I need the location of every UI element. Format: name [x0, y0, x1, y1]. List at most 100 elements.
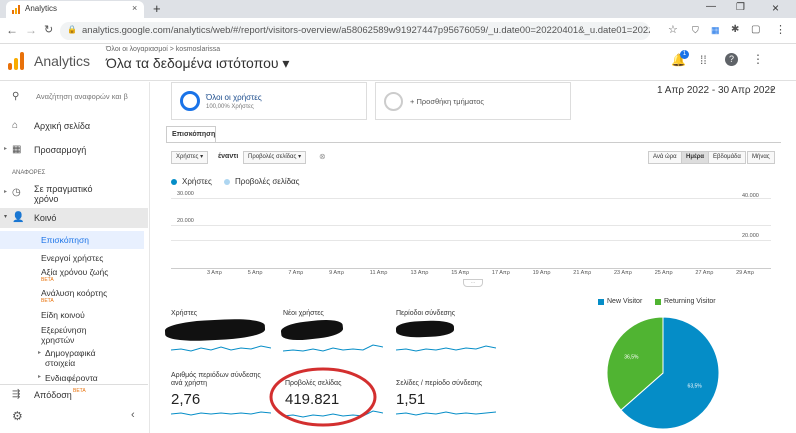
lock-icon[interactable]: 🔒 [67, 25, 77, 34]
add-segment-button[interactable]: + Προσθήκη τμήματος [375, 82, 571, 120]
granularity-label: Μήνας [752, 154, 770, 160]
empty-segment-circle-icon [384, 92, 403, 111]
granularity-label: Ανά ώρα [653, 154, 677, 160]
granularity-month[interactable]: Μήνας [747, 151, 775, 164]
metric-value: 2,76 [171, 391, 201, 408]
granularity-week[interactable]: Εβδομάδα [708, 151, 746, 164]
metric-new-users[interactable]: Νέοι χρήστες [280, 310, 387, 356]
sidebar-item-realtime[interactable]: ▸ ◷ Σε πραγματικό χρόνο [0, 183, 148, 207]
metric-sessions-per-user[interactable]: Αριθμός περιόδων σύνδεσης ανά χρήστη 2,7… [171, 372, 275, 422]
window-close-icon[interactable]: × [772, 1, 779, 15]
reload-icon[interactable]: ↻ [44, 23, 53, 36]
forward-icon[interactable]: → [25, 23, 37, 37]
pie-slice-label: 63,5% [688, 383, 703, 389]
window-minimize-icon[interactable]: — [706, 1, 716, 12]
puzzle-icon[interactable]: ✱ [731, 24, 739, 35]
redaction-scribble [395, 319, 455, 339]
sidebar-item-user-explorer[interactable]: Εξερεύνηση χρηστών [0, 324, 148, 346]
sidebar-item-label: Σε πραγματικό [34, 184, 93, 194]
right-axis-tick: 20.000 [742, 233, 759, 239]
segment-circle-icon [180, 91, 200, 111]
sidepanel-icon[interactable]: ▢ [751, 24, 760, 35]
pie-chart: 63,5% 36,5% [606, 316, 720, 430]
sidebar-item-active-users[interactable]: Ενεργοί χρήστες [0, 252, 148, 264]
browser-tab[interactable]: Analytics × [6, 1, 144, 18]
metric-label: Αριθμός περιόδων σύνδεσης [171, 372, 261, 379]
gridline [171, 240, 771, 241]
tab-overview[interactable]: Επισκόπηση [166, 126, 216, 142]
metric1-select[interactable]: Χρήστες ▾ [171, 151, 209, 164]
tab-divider [166, 142, 781, 143]
sidebar-item-interests[interactable]: ▸ Ενδιαφέροντα [0, 371, 148, 383]
segment-all-users[interactable]: Όλοι οι χρήστες 100,00% Χρήστες [171, 82, 367, 120]
x-axis-tick: 19 Απρ [532, 270, 551, 276]
settings-gear-icon[interactable]: ⚙ [12, 409, 23, 423]
sidebar-item-label: Αρχική σελίδα [34, 121, 91, 131]
collapse-sidebar-icon[interactable]: ‹ [131, 409, 135, 421]
apps-grid-icon[interactable]: ⁞⁞ [700, 53, 707, 67]
sparkline [171, 411, 271, 416]
chevron-down-icon[interactable]: ▾ [770, 86, 774, 94]
metric-label: ανά χρήστη [171, 380, 208, 387]
report-main: Όλοι οι χρήστες 100,00% Χρήστες + Προσθή… [151, 82, 796, 433]
right-axis-tick: 40.000 [742, 193, 759, 199]
add-segment-label: + Προσθήκη τμήματος [410, 97, 485, 106]
sidebar-item-overview[interactable]: Επισκόπηση [0, 231, 144, 249]
metric-pages-per-session[interactable]: Σελίδες / περίοδο σύνδεσης 1,51 [396, 372, 504, 422]
sidebar-search[interactable]: ⚲ Αναζήτηση αναφορών και β [0, 88, 148, 106]
extension-icon[interactable]: ⛉ [692, 25, 699, 36]
metric2-select[interactable]: Προβολές σελίδας ▾ [243, 151, 307, 164]
granularity-day[interactable]: Ημέρα [681, 151, 710, 164]
bookmark-star-icon[interactable]: ☆ [668, 23, 678, 36]
granularity-hour[interactable]: Ανά ώρα [648, 151, 682, 164]
help-icon[interactable]: ? [725, 53, 738, 66]
sidebar-item-demographics[interactable]: ▸ Δημογραφικά στοιχεία [0, 347, 148, 369]
x-axis-tick: 29 Απρ [736, 270, 755, 276]
chevron-down-icon: ▾ [4, 214, 8, 220]
search-input[interactable]: Αναζήτηση αναφορών και β [36, 92, 128, 101]
clear-metric-icon[interactable]: ⊗ [319, 152, 326, 161]
date-range-picker[interactable]: 1 Απρ 2022 - 30 Απρ 2022 [657, 85, 776, 96]
granularity-label: Ημέρα [686, 154, 705, 160]
sidebar-item-cohort[interactable]: Ανάλυση κοόρτης BETA [0, 287, 148, 305]
tab-label: Επισκόπηση [172, 131, 216, 138]
sidebar-item-customize[interactable]: ▸ ▦ Προσαρμογή [0, 142, 148, 158]
sidebar-item-home[interactable]: ⌂ Αρχική σελίδα [0, 118, 148, 134]
view-selector[interactable]: Όλα τα δεδομένα ιστότοπου ▾ [106, 55, 289, 72]
x-axis-tick: 15 Απρ [451, 270, 470, 276]
metric-users[interactable]: Χρήστες [164, 310, 275, 356]
metric1-label: Χρήστες [176, 154, 199, 160]
sidebar-item-acquisition[interactable]: ⇶ Απόδοση BETA [0, 384, 148, 402]
metric-sessions[interactable]: Περίοδοι σύνδεσης [395, 310, 500, 356]
x-axis-tick: 11 Απρ [369, 270, 388, 276]
tab-close-icon[interactable]: × [132, 3, 137, 13]
browser-menu-icon[interactable]: ⋮ [775, 23, 786, 36]
sidebar-item-audience[interactable]: ▾ 👤 Κοινό [0, 208, 148, 228]
beta-badge: BETA [41, 298, 54, 304]
translate-icon[interactable]: ▦ [711, 25, 720, 36]
x-axis-tick: 3 Απρ [207, 270, 222, 276]
chart-resize-handle[interactable]: ⋯ [463, 279, 483, 287]
new-tab-icon[interactable]: + [153, 1, 161, 16]
x-axis-tick: 21 Απρ [573, 270, 592, 276]
beta-badge: BETA [41, 277, 54, 283]
sidebar-item-audience-types[interactable]: Είδη κοινού [0, 309, 148, 321]
sidebar-item-lifetime-value[interactable]: Αξία χρόνου ζωής BETA [0, 267, 148, 283]
pie-slice-label: 36,5% [624, 355, 639, 361]
back-icon[interactable]: ← [6, 23, 18, 37]
metric-label: Χρήστες [171, 310, 198, 317]
legend-users-dot [171, 179, 177, 185]
chevron-right-icon: ▸ [38, 374, 42, 380]
breadcrumb[interactable]: Όλοι οι λογαριασμοί > kosmoslarissa [106, 46, 220, 53]
chevron-right-icon: ▸ [38, 350, 42, 356]
chevron-right-icon: ▸ [4, 146, 8, 152]
window-restore-icon[interactable]: ❐ [736, 2, 745, 13]
beta-badge: BETA [73, 388, 86, 394]
more-options-icon[interactable]: ⋮ [752, 52, 764, 66]
x-axis-tick: 7 Απρ [288, 270, 304, 276]
analytics-logo-icon[interactable] [8, 52, 24, 70]
url-bar[interactable]: analytics.google.com/analytics/web/#/rep… [60, 22, 650, 40]
sidebar-item-label: Ανάλυση κοόρτης [41, 288, 108, 298]
metric-label: Περίοδοι σύνδεσης [396, 310, 456, 317]
x-axis-tick: 5 Απρ [247, 270, 263, 276]
